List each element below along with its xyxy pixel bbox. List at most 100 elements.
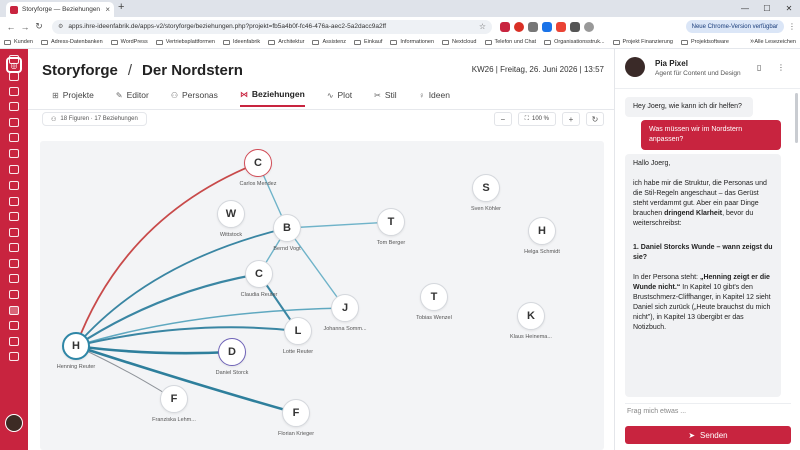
node-florian[interactable]: F (282, 399, 310, 427)
tab-ideen[interactable]: ♀ Ideen (419, 89, 450, 107)
tab-editor[interactable]: ✎ Editor (116, 89, 149, 107)
node-daniel[interactable]: D (218, 338, 246, 366)
bookmark-folder[interactable]: WordPress (110, 39, 148, 45)
minimize-icon[interactable]: — (734, 0, 756, 17)
extension-icon[interactable] (500, 21, 510, 32)
edge-henning-daniel[interactable] (74, 344, 234, 355)
node-franziska[interactable]: F (160, 385, 188, 413)
node-lotte[interactable]: L (284, 317, 312, 345)
tab-label: Plot (337, 90, 353, 100)
edge-henning-claudia[interactable] (74, 272, 261, 348)
node-helga[interactable]: H (528, 217, 556, 245)
node-tobias[interactable]: T (420, 283, 448, 311)
extension-icon[interactable] (556, 21, 566, 32)
node-bernd[interactable]: B (273, 214, 301, 242)
update-button[interactable]: Neue Chrome-Version verfügbar (685, 20, 784, 33)
bookmark-label: Projektsoftware (690, 39, 729, 45)
node-sven[interactable]: S (472, 174, 500, 202)
tab-stil[interactable]: ✂ Stil (374, 89, 397, 107)
tag-icon[interactable] (9, 337, 19, 346)
bookmark-folder[interactable]: Assistenz (312, 39, 346, 45)
chat-scrollbar[interactable] (795, 93, 798, 143)
maximize-icon[interactable]: ☐ (756, 0, 778, 17)
bookmark-folder[interactable]: Einkauf (354, 39, 382, 45)
camera-icon[interactable] (9, 290, 19, 299)
reload-icon[interactable]: ↻ (32, 21, 46, 32)
users-icon[interactable] (9, 165, 19, 174)
browser-tab[interactable]: Storyforge — Beziehungen — f × (6, 2, 114, 17)
site-info-icon[interactable]: ⚙ (58, 23, 63, 30)
folder-icon[interactable] (9, 102, 19, 111)
forward-icon[interactable]: → (18, 22, 32, 32)
clipboard-icon[interactable]: ▯ (757, 63, 761, 72)
bookmark-folder[interactable]: Kunden (4, 39, 33, 45)
archive-icon[interactable] (9, 118, 19, 127)
bookmark-folder[interactable]: Informationen (390, 39, 434, 45)
puzzle-icon[interactable] (570, 21, 580, 32)
node-wittstock[interactable]: W (217, 200, 245, 228)
folder-icon (268, 39, 276, 45)
bookmark-folder[interactable]: Projektsoftware (680, 39, 729, 45)
close-tab-icon[interactable]: × (105, 5, 110, 14)
zoom-out-button[interactable]: − (493, 112, 512, 126)
node-tom[interactable]: T (377, 208, 405, 236)
menu-icon[interactable]: ⋮ (788, 22, 796, 31)
bookmark-folder[interactable]: Adress-Datenbanken (40, 39, 103, 45)
node-johanna[interactable]: J (331, 294, 359, 322)
extension-icon[interactable] (514, 21, 524, 32)
relationship-graph[interactable]: C Carlos Mendez W Wittstock B Bernd Vogt T Tom … (40, 141, 604, 450)
zoom-in-button[interactable]: + (562, 112, 580, 126)
tab-beziehungen[interactable]: ⋈ Beziehungen (239, 89, 305, 107)
more-bookmarks-icon[interactable]: » (750, 38, 754, 45)
extension-icon[interactable] (542, 21, 552, 32)
bookmark-star-icon[interactable]: ☆ (479, 22, 486, 31)
new-tab-icon[interactable]: + (118, 1, 124, 13)
bookmark-folder[interactable]: Projekt Finanzierung (612, 39, 673, 45)
people-icon: ⚇ (51, 116, 57, 123)
bookmark-folder[interactable]: Telefon und Chat (484, 39, 536, 45)
user-avatar[interactable] (5, 414, 23, 432)
back-icon[interactable]: ← (4, 22, 18, 32)
tab-plot[interactable]: ∿ Plot (327, 89, 352, 107)
edge-bernd-tom[interactable] (286, 221, 392, 229)
shield-icon[interactable] (9, 321, 19, 330)
chat-input[interactable]: Frag mich etwas ... (625, 403, 791, 419)
groups-icon[interactable] (9, 181, 19, 190)
tab-personas[interactable]: ⚇ Personas (171, 89, 218, 107)
chart-icon[interactable] (9, 197, 19, 206)
edit-icon[interactable] (9, 228, 19, 237)
project-name: Der Nordstern (142, 62, 243, 79)
extension-icon[interactable] (528, 21, 538, 32)
profile-icon[interactable] (584, 21, 594, 32)
cart-icon[interactable] (9, 149, 19, 158)
all-bookmarks[interactable]: Alle Lesezeichen (754, 39, 796, 45)
mail-icon[interactable] (9, 259, 19, 268)
bookmark-folder[interactable]: Organisationsstruk... (544, 39, 605, 45)
bookmark-folder[interactable]: Vertriebsplattformen (155, 39, 215, 45)
node-carlos[interactable]: C (244, 149, 272, 177)
more-icon[interactable]: ⋮ (777, 63, 785, 72)
url-field[interactable]: ⚙ apps.ihre-ideenfabrik.de/apps-v2/story… (52, 19, 492, 34)
bookmark-folder[interactable]: Architektur (268, 39, 304, 45)
pen-icon[interactable] (9, 306, 19, 315)
list-icon[interactable] (9, 72, 19, 81)
bookmark-folder[interactable]: Nextcloud (442, 39, 477, 45)
settings-icon[interactable] (9, 352, 19, 361)
calendar-icon[interactable] (9, 133, 19, 142)
flask-icon[interactable] (9, 274, 19, 283)
node-henning[interactable]: H (62, 332, 90, 360)
close-window-icon[interactable]: ✕ (778, 0, 800, 17)
node-label-tom: Tom Berger (376, 240, 406, 246)
send-button[interactable]: ➤ Senden (625, 426, 791, 444)
zoom-reset-button[interactable]: ⛶ 100 % (517, 112, 556, 126)
tab-projekte[interactable]: ⊞ Projekte (52, 89, 94, 107)
grid-icon[interactable] (9, 55, 19, 64)
target-icon[interactable] (9, 212, 19, 221)
bookmark-folder[interactable]: Ideenfabrik (222, 39, 260, 45)
cube-icon[interactable] (9, 243, 19, 252)
refresh-button[interactable]: ↻ (586, 112, 604, 126)
node-claudia[interactable]: C (245, 260, 273, 288)
folder-icon (484, 39, 492, 45)
node-klaus[interactable]: K (517, 302, 545, 330)
document-icon[interactable] (9, 87, 19, 96)
